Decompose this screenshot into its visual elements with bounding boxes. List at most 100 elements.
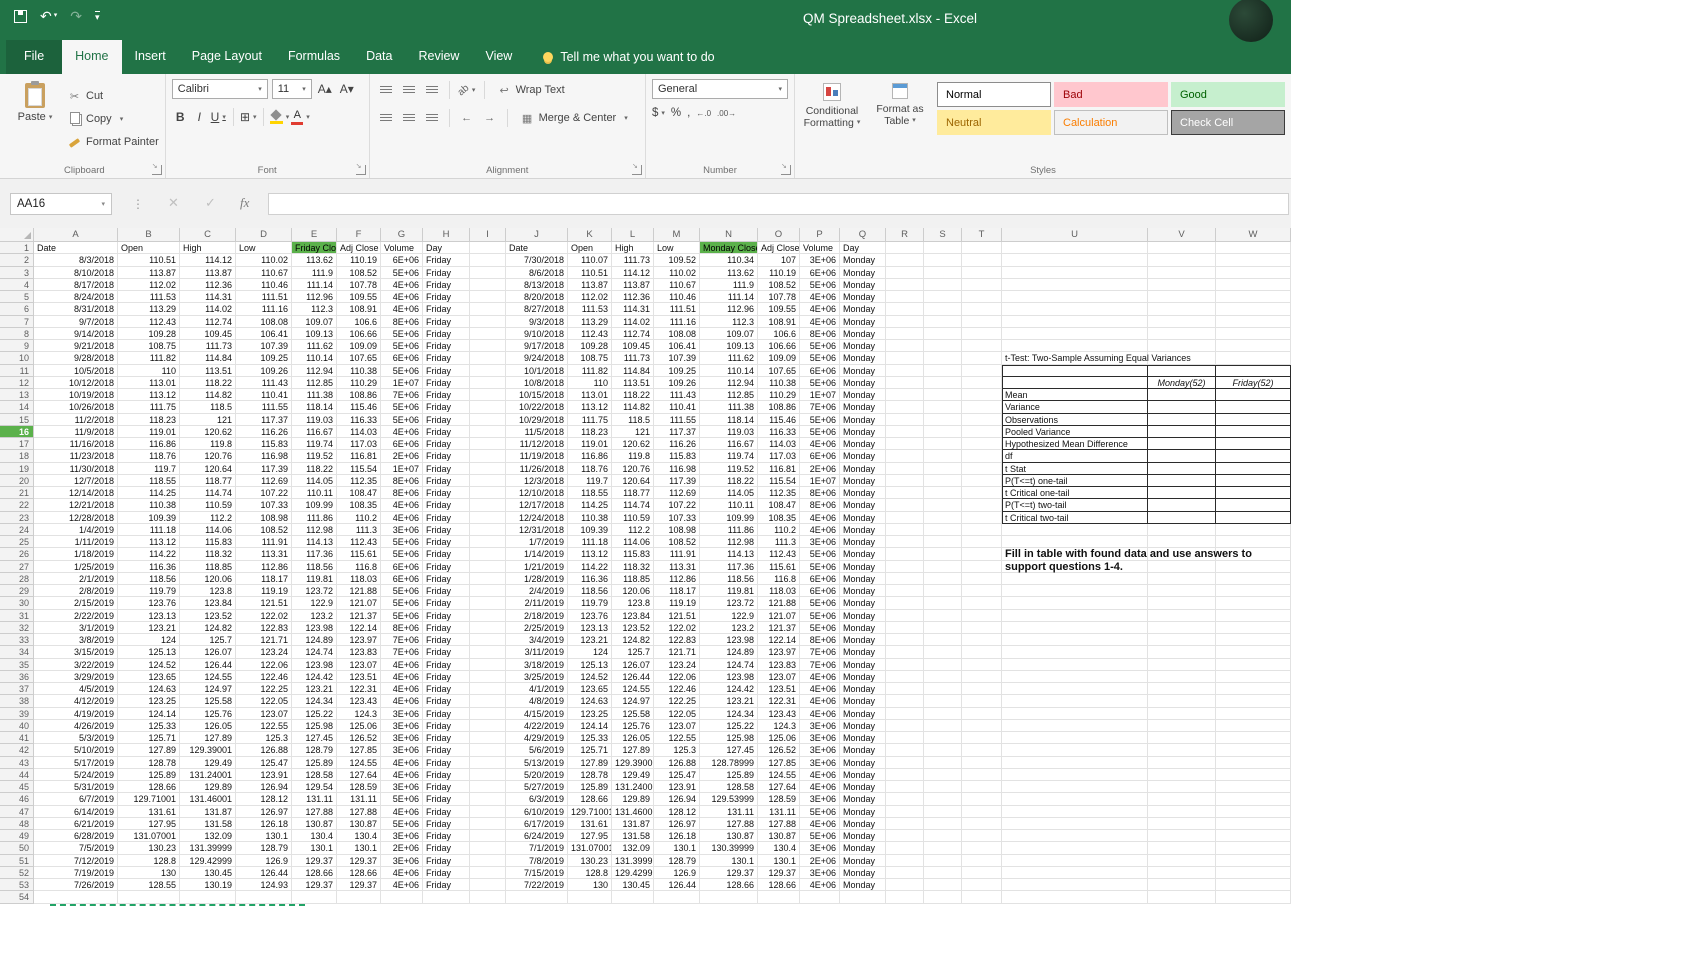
cell-D38[interactable]: 122.05 (236, 695, 292, 708)
cell-K47[interactable]: 129.71001 (568, 805, 612, 818)
cell-D25[interactable]: 111.91 (236, 536, 292, 549)
cell-I21[interactable] (470, 487, 506, 500)
cell-R34[interactable] (886, 646, 924, 659)
cell-U54[interactable] (1002, 891, 1148, 904)
cell-R42[interactable] (886, 744, 924, 757)
cell-I17[interactable] (470, 438, 506, 451)
cell-E50[interactable]: 130.1 (292, 842, 337, 855)
cell-F5[interactable]: 109.55 (337, 291, 381, 304)
cell-H21[interactable]: Friday (423, 487, 470, 500)
cell-Q33[interactable]: Monday (840, 634, 886, 647)
cell-V42[interactable] (1148, 744, 1216, 757)
cell-S34[interactable] (924, 646, 962, 659)
cell-M12[interactable]: 109.26 (654, 376, 700, 389)
cell-P4[interactable]: 5E+06 (800, 278, 840, 291)
cell-V40[interactable] (1148, 719, 1216, 732)
col-header-S[interactable]: S (924, 228, 962, 242)
col-header-K[interactable]: K (568, 228, 612, 242)
cell-S13[interactable] (924, 389, 962, 402)
cell-C53[interactable]: 130.19 (180, 879, 236, 892)
style-bad[interactable]: Bad (1054, 82, 1168, 107)
cell-E44[interactable]: 128.58 (292, 768, 337, 781)
cell-L37[interactable]: 124.55 (612, 683, 654, 696)
cell-W2[interactable] (1216, 254, 1291, 267)
font-name-select[interactable]: Calibri (171, 79, 268, 99)
cell-T41[interactable] (962, 732, 1002, 745)
cell-C8[interactable]: 109.45 (180, 327, 236, 340)
cell-G45[interactable]: 3E+06 (381, 781, 423, 794)
cell-P43[interactable]: 3E+06 (800, 756, 840, 769)
cell-O15[interactable]: 115.46 (758, 413, 800, 426)
cell-R43[interactable] (886, 756, 924, 769)
cell-D17[interactable]: 115.83 (236, 438, 292, 451)
cell-L54[interactable] (612, 891, 654, 904)
cell-V53[interactable] (1148, 879, 1216, 892)
cell-H30[interactable]: Friday (423, 597, 470, 610)
cell-H15[interactable]: Friday (423, 413, 470, 426)
cell-N50[interactable]: 130.39999 (700, 842, 758, 855)
cell-D36[interactable]: 122.46 (236, 670, 292, 683)
cell-F12[interactable]: 110.29 (337, 376, 381, 389)
cell-D8[interactable]: 106.41 (236, 327, 292, 340)
cell-N51[interactable]: 130.1 (700, 854, 758, 867)
cell-F31[interactable]: 121.37 (337, 609, 381, 622)
cell-V44[interactable] (1148, 768, 1216, 781)
row-header-34[interactable]: 34 (0, 646, 34, 659)
tab-view[interactable]: View (472, 40, 525, 74)
cell-E9[interactable]: 111.62 (292, 340, 337, 353)
cell-T33[interactable] (962, 634, 1002, 647)
cell-J41[interactable]: 4/29/2019 (506, 732, 568, 745)
cell-A22[interactable]: 12/21/2018 (34, 499, 118, 512)
cell-N32[interactable]: 123.2 (700, 621, 758, 634)
copy-button[interactable]: Copy (68, 110, 159, 128)
cell-O16[interactable]: 116.33 (758, 425, 800, 438)
cell-P46[interactable]: 3E+06 (800, 793, 840, 806)
cell-T17[interactable] (962, 438, 1002, 451)
cell-B43[interactable]: 128.78 (118, 756, 180, 769)
cell-T43[interactable] (962, 756, 1002, 769)
cell-K21[interactable]: 118.55 (568, 487, 612, 500)
cell-A31[interactable]: 2/22/2019 (34, 609, 118, 622)
row-header-36[interactable]: 36 (0, 670, 34, 683)
cell-S39[interactable] (924, 707, 962, 720)
cell-S36[interactable] (924, 670, 962, 683)
cell-Q38[interactable]: Monday (840, 695, 886, 708)
cell-E23[interactable]: 111.86 (292, 511, 337, 524)
cell-W18[interactable] (1216, 450, 1291, 463)
grow-font-button[interactable]: A▴ (316, 82, 334, 96)
cell-G41[interactable]: 3E+06 (381, 732, 423, 745)
cell-W7[interactable] (1216, 315, 1291, 328)
row-header-23[interactable]: 23 (0, 511, 34, 524)
cell-L7[interactable]: 114.02 (612, 315, 654, 328)
cell-L45[interactable]: 131.24001 (612, 781, 654, 794)
cell-A32[interactable]: 3/1/2019 (34, 621, 118, 634)
cell-R23[interactable] (886, 511, 924, 524)
cell-L31[interactable]: 123.84 (612, 609, 654, 622)
cell-T4[interactable] (962, 278, 1002, 291)
cell-M27[interactable]: 113.31 (654, 560, 700, 573)
row-header-37[interactable]: 37 (0, 683, 34, 696)
cell-B9[interactable]: 108.75 (118, 340, 180, 353)
cell-N54[interactable] (700, 891, 758, 904)
cell-N15[interactable]: 118.14 (700, 413, 758, 426)
cell-G53[interactable]: 4E+06 (381, 879, 423, 892)
cell-B42[interactable]: 127.89 (118, 744, 180, 757)
cell-D40[interactable]: 122.55 (236, 719, 292, 732)
cell-J23[interactable]: 12/24/2018 (506, 511, 568, 524)
cell-J11[interactable]: 10/1/2018 (506, 364, 568, 377)
col-header-C[interactable]: C (180, 228, 236, 242)
cell-B6[interactable]: 113.29 (118, 303, 180, 316)
cell-K29[interactable]: 118.56 (568, 585, 612, 598)
cell-K2[interactable]: 110.07 (568, 254, 612, 267)
cell-K31[interactable]: 123.76 (568, 609, 612, 622)
cell-J21[interactable]: 12/10/2018 (506, 487, 568, 500)
cell-K24[interactable]: 109.39 (568, 523, 612, 536)
cell-U14[interactable]: Variance (1002, 401, 1148, 414)
cell-V20[interactable] (1148, 474, 1216, 487)
cell-O54[interactable] (758, 891, 800, 904)
cell-H5[interactable]: Friday (423, 291, 470, 304)
cell-J4[interactable]: 8/13/2018 (506, 278, 568, 291)
cell-N6[interactable]: 112.96 (700, 303, 758, 316)
cell-V19[interactable] (1148, 462, 1216, 475)
cell-T29[interactable] (962, 585, 1002, 598)
